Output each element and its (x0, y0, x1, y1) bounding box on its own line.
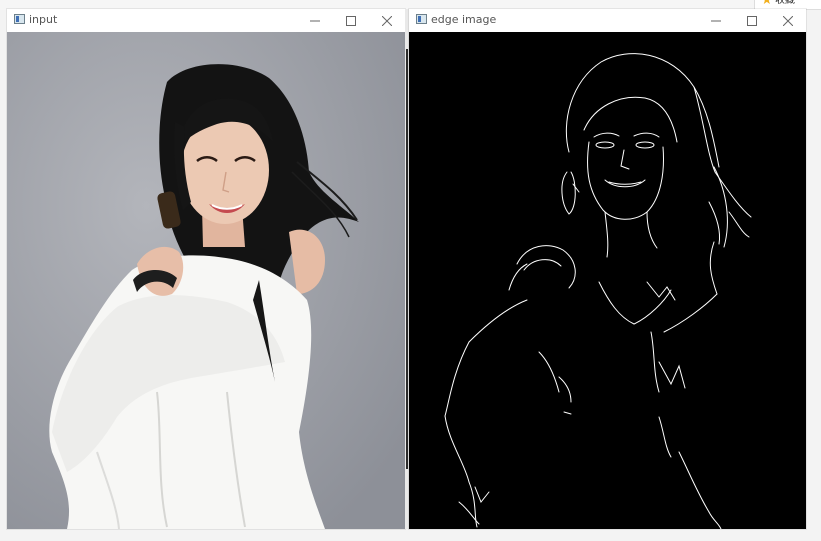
close-button[interactable] (369, 9, 405, 32)
close-icon (382, 15, 392, 26)
edge-titlebar[interactable]: edge image (409, 9, 806, 32)
edge-image-window[interactable]: edge image (409, 9, 806, 529)
maximize-icon (747, 15, 757, 26)
input-window[interactable]: input (7, 9, 405, 529)
edge-image (409, 32, 806, 529)
minimize-icon (711, 20, 721, 21)
maximize-button[interactable] (734, 9, 770, 32)
window-title: edge image (431, 13, 497, 26)
close-icon (783, 15, 793, 26)
minimize-icon (310, 20, 320, 21)
app-icon (416, 14, 427, 24)
window-title: input (29, 13, 58, 26)
input-image (7, 32, 405, 529)
close-button[interactable] (770, 9, 806, 32)
maximize-button[interactable] (333, 9, 369, 32)
favorites-label: 收藏 (775, 0, 795, 6)
maximize-icon (346, 15, 356, 26)
input-titlebar[interactable]: input (7, 9, 405, 32)
minimize-button[interactable] (698, 9, 734, 32)
app-icon (14, 14, 25, 24)
minimize-button[interactable] (297, 9, 333, 32)
star-icon: ★ (761, 0, 773, 8)
